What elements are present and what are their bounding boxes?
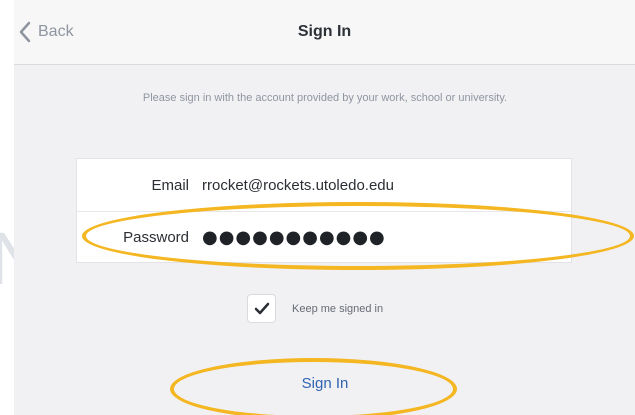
check-icon	[254, 302, 269, 315]
keep-signed-in-row[interactable]: Keep me signed in	[247, 294, 383, 323]
password-label: Password	[123, 228, 189, 246]
password-field[interactable]: ●●●●●●●●●●●	[202, 227, 386, 248]
sign-in-instructions: Please sign in with the account provided…	[142, 92, 508, 104]
keep-signed-in-label: Keep me signed in	[292, 302, 384, 315]
left-edge-strip: N	[0, 0, 43, 415]
sign-in-screen: Back Sign In Please sign in with the acc…	[14, 0, 635, 415]
screen: N Back Sign In Please sign in with the a…	[0, 0, 635, 415]
sign-in-button[interactable]: Sign In	[197, 358, 453, 409]
email-label: Email	[151, 176, 189, 194]
email-field[interactable]	[202, 176, 542, 194]
navigation-bar: Back Sign In	[14, 0, 635, 65]
email-row: Email	[77, 159, 571, 212]
keep-signed-in-checkbox[interactable]	[247, 294, 276, 323]
password-row: Password ●●●●●●●●●●●	[77, 211, 571, 263]
credentials-form: Email Password ●●●●●●●●●●●	[76, 158, 572, 263]
page-title: Sign In	[297, 23, 352, 40]
